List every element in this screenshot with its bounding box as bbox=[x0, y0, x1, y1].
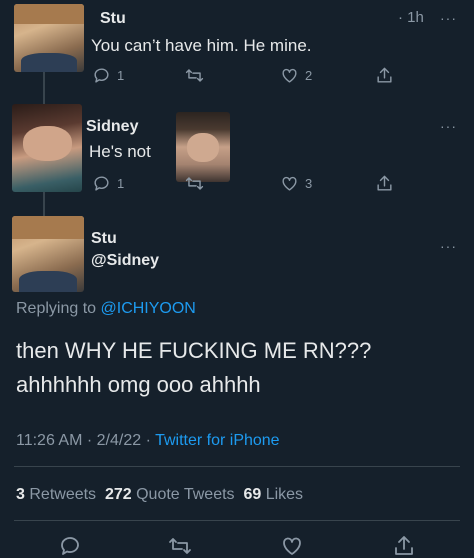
reply-count: 1 bbox=[117, 176, 125, 191]
share-button[interactable] bbox=[392, 534, 416, 558]
more-icon[interactable]: ··· bbox=[440, 10, 457, 26]
author-name[interactable]: Stu bbox=[91, 230, 117, 248]
attached-photo[interactable] bbox=[176, 112, 230, 182]
share-button[interactable] bbox=[375, 174, 394, 193]
likes-count: 69 bbox=[243, 486, 262, 503]
thread-line bbox=[43, 192, 45, 216]
reply-button[interactable]: 1 bbox=[92, 66, 124, 85]
more-icon[interactable]: ··· bbox=[440, 238, 457, 254]
tweet-text: ahhhhhh omg ooo ahhhh bbox=[16, 372, 261, 397]
reply-icon bbox=[94, 176, 109, 191]
like-count: 2 bbox=[305, 68, 313, 83]
separator: · bbox=[86, 432, 93, 449]
retweets-count: 3 bbox=[16, 486, 25, 503]
share-button[interactable] bbox=[375, 66, 394, 85]
tweet-text: then WHY HE FUCKING ME RN??? bbox=[16, 338, 372, 363]
share-icon bbox=[377, 67, 392, 83]
tweet-stats: 3 Retweets 272 Quote Tweets 69 Likes bbox=[16, 486, 303, 504]
replying-to: Replying to @ICHIYOON bbox=[16, 300, 196, 318]
share-icon bbox=[377, 175, 392, 191]
retweets-stat[interactable]: 3 Retweets bbox=[16, 486, 96, 503]
retweet-button[interactable] bbox=[168, 534, 192, 558]
likes-label: Likes bbox=[265, 486, 304, 503]
reply-button[interactable] bbox=[58, 534, 82, 558]
reply-icon bbox=[94, 68, 109, 83]
reply-button[interactable]: 1 bbox=[92, 174, 124, 193]
like-icon bbox=[283, 537, 301, 555]
tweet-source[interactable]: Twitter for iPhone bbox=[155, 432, 280, 449]
tweet-time[interactable]: 11:26 AM bbox=[16, 432, 82, 449]
mention-link[interactable]: @ICHIYOON bbox=[101, 300, 196, 317]
tweet-text: You can’t have him. He mine. bbox=[91, 36, 312, 55]
share-icon bbox=[395, 536, 413, 555]
like-button[interactable]: 3 bbox=[280, 174, 312, 193]
like-icon bbox=[282, 176, 297, 191]
avatar[interactable] bbox=[12, 104, 82, 192]
like-button[interactable]: 2 bbox=[280, 66, 312, 85]
divider bbox=[14, 466, 460, 467]
author-name[interactable]: Stu bbox=[100, 10, 126, 28]
quotes-label: Quote Tweets bbox=[136, 486, 235, 503]
separator: · bbox=[145, 432, 151, 449]
retweet-icon bbox=[169, 538, 191, 554]
tweet-text: He's not bbox=[89, 142, 151, 161]
retweet-button[interactable] bbox=[185, 174, 204, 193]
divider bbox=[14, 520, 460, 521]
avatar[interactable] bbox=[14, 4, 84, 72]
quotes-count: 272 bbox=[104, 486, 132, 503]
reply-icon bbox=[61, 537, 79, 555]
replying-prefix: Replying to bbox=[16, 300, 101, 317]
like-button[interactable] bbox=[280, 534, 304, 558]
tweet-date[interactable]: 2/4/22 bbox=[97, 432, 141, 449]
like-count: 3 bbox=[305, 176, 313, 191]
more-icon[interactable]: ··· bbox=[440, 118, 457, 134]
author-handle[interactable]: @Sidney bbox=[91, 252, 159, 270]
thread-line bbox=[43, 72, 45, 104]
quotes-stat[interactable]: 272 Quote Tweets bbox=[105, 486, 235, 503]
retweet-icon bbox=[185, 177, 204, 190]
author-name[interactable]: Sidney bbox=[86, 118, 138, 136]
avatar[interactable] bbox=[12, 216, 84, 292]
retweet-icon bbox=[185, 69, 204, 82]
tweet-meta: 11:26 AM · 2/4/22 · Twitter for iPhone bbox=[16, 432, 280, 450]
likes-stat[interactable]: 69 Likes bbox=[243, 486, 303, 503]
reply-count: 1 bbox=[117, 68, 125, 83]
tweet-timestamp[interactable]: · 1h bbox=[398, 9, 424, 26]
retweets-label: Retweets bbox=[29, 486, 97, 503]
retweet-button[interactable] bbox=[185, 66, 204, 85]
like-icon bbox=[282, 68, 297, 83]
